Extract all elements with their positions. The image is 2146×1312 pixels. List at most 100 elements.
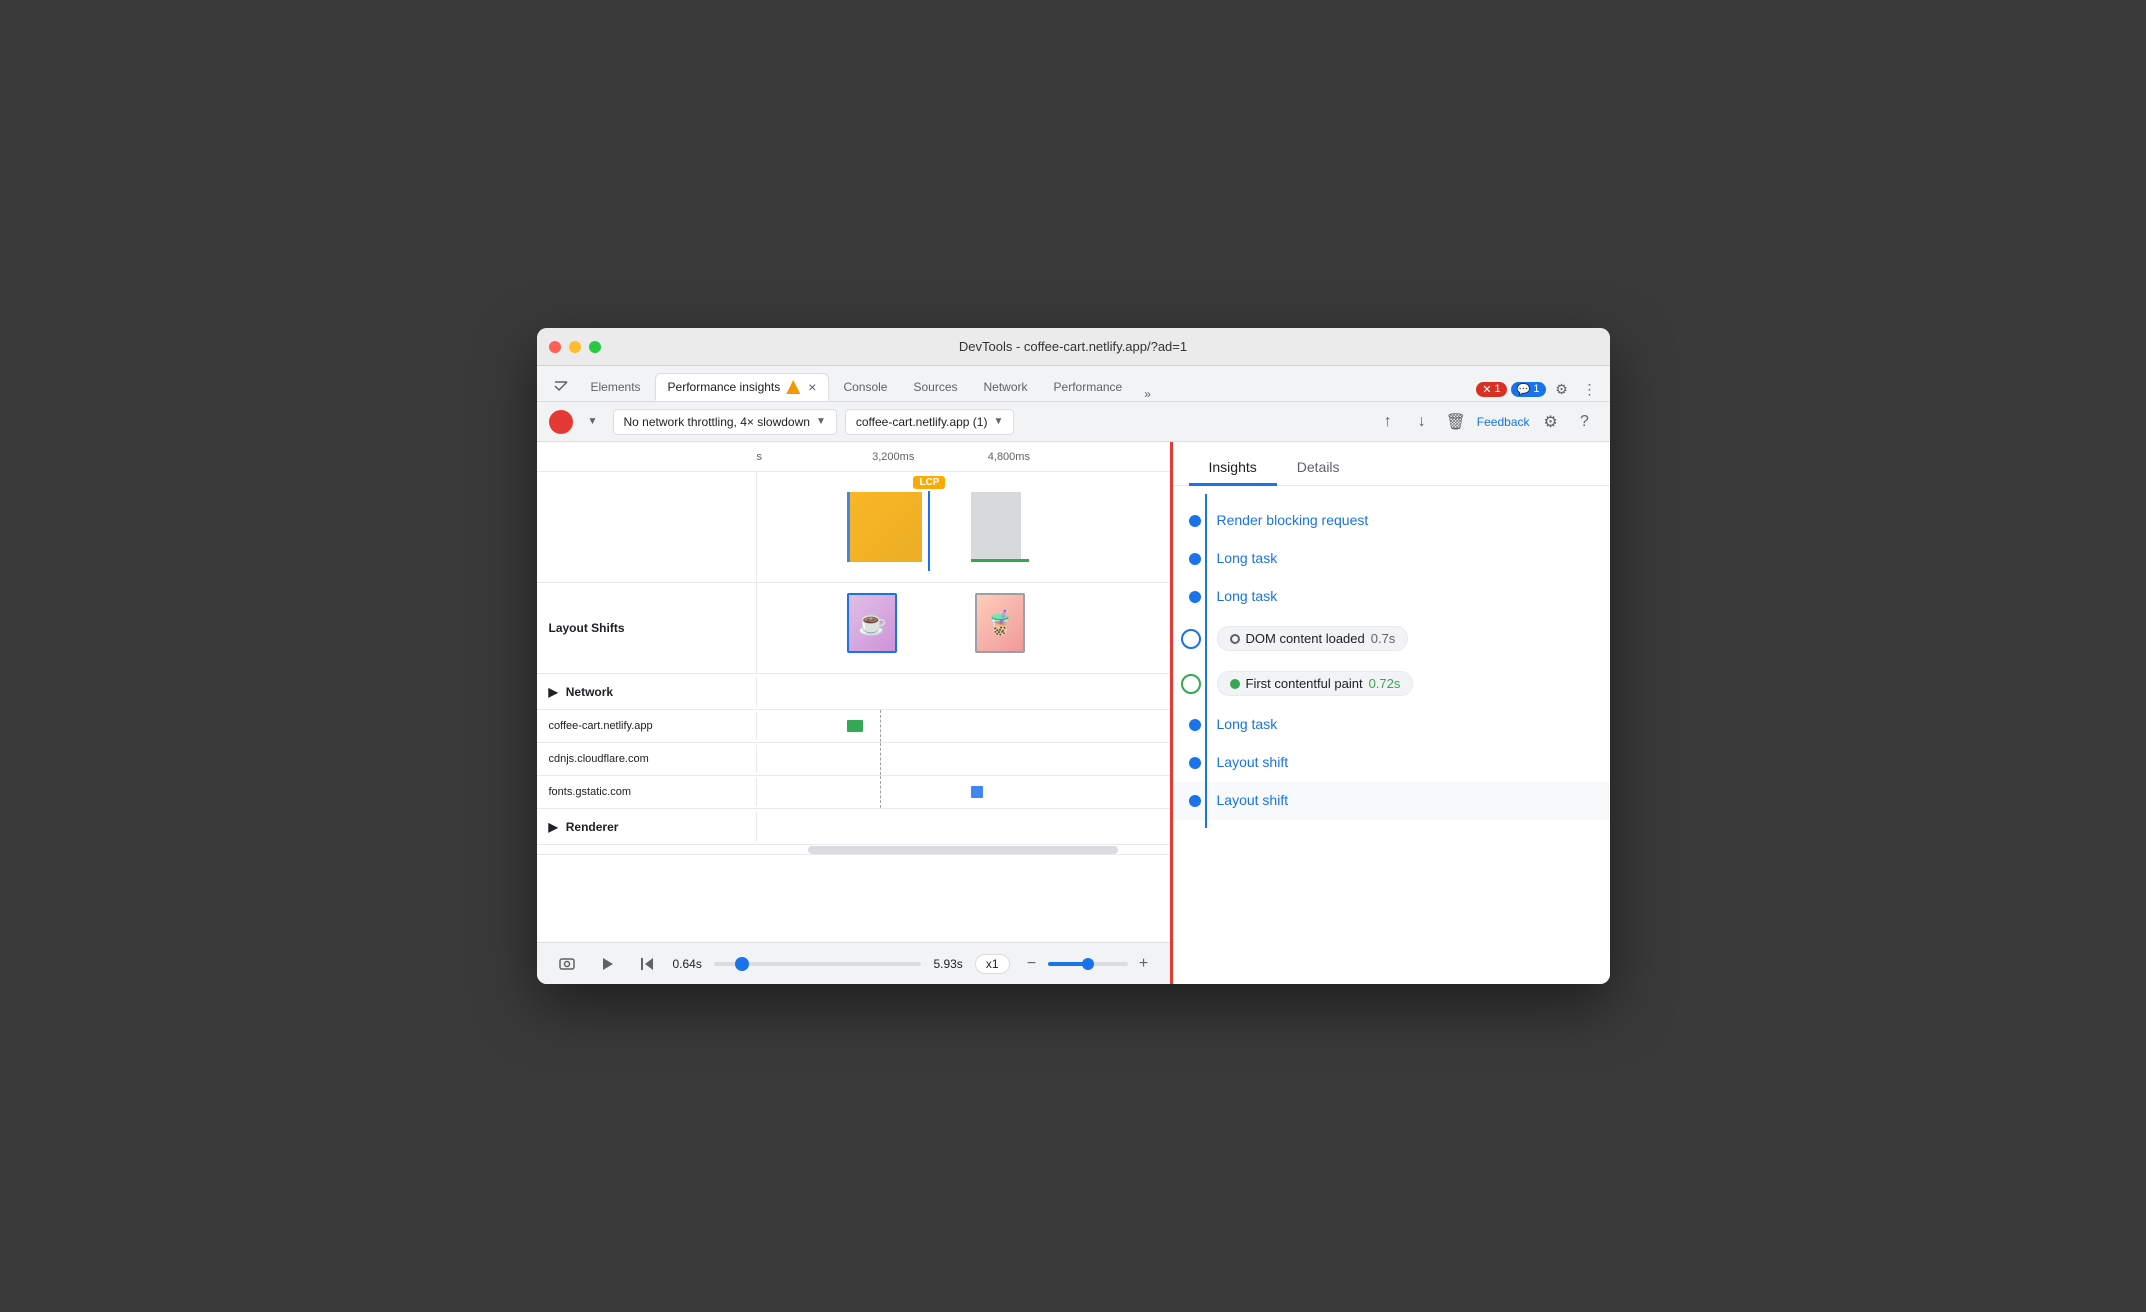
network-item-gstatic: fonts.gstatic.com xyxy=(537,776,1170,809)
layout-shifts-label: Layout Shifts xyxy=(537,583,757,673)
renderer-expand-icon[interactable]: ▶ xyxy=(549,820,558,834)
layout-shift-link-2[interactable]: Layout shift xyxy=(1217,792,1289,808)
render-blocking-link[interactable]: Render blocking request xyxy=(1217,512,1369,528)
end-time: 5.93s xyxy=(933,957,962,971)
panel-content: Render blocking request Long task xyxy=(1173,486,1610,984)
tab-console[interactable]: Console xyxy=(831,373,899,401)
layout-shift-link-1[interactable]: Layout shift xyxy=(1217,754,1289,770)
net-bar-gstatic xyxy=(971,786,983,798)
layout-shift-thumb-2[interactable]: 🧋 xyxy=(975,593,1025,653)
dropdown-arrow-icon[interactable]: ▼ xyxy=(581,410,605,434)
network-item-label-cloudflare: cdnjs.cloudflare.com xyxy=(537,745,757,773)
tab-close-icon[interactable]: × xyxy=(808,379,816,395)
lcp-marker: LCP xyxy=(913,476,945,571)
timeline-rows: LCP Layout Shifts ☕ xyxy=(537,472,1170,942)
insight-dot-1 xyxy=(1189,515,1201,527)
toolbar: ▼ No network throttling, 4× slowdown ▼ c… xyxy=(537,402,1610,442)
nav-icon[interactable] xyxy=(545,373,577,401)
tab-sources[interactable]: Sources xyxy=(901,373,969,401)
insight-content-dom: DOM content loaded 0.7s xyxy=(1217,626,1594,651)
url-dropdown-chevron-icon: ▼ xyxy=(993,416,1003,427)
zoom-slider-thumb[interactable] xyxy=(1082,958,1094,970)
tab-network[interactable]: Network xyxy=(972,373,1040,401)
network-item-cloudflare: cdnjs.cloudflare.com xyxy=(537,743,1170,776)
insight-long-task-3[interactable]: Long task xyxy=(1173,706,1610,744)
help-icon[interactable]: ? xyxy=(1572,409,1598,435)
renderer-label: ▶ Renderer xyxy=(537,812,757,842)
tab-actions: ✕1 💬1 ⚙ ⋮ xyxy=(1476,377,1601,401)
lcp-orange-rect xyxy=(847,492,921,562)
scrollbar-row xyxy=(537,845,1170,855)
long-task-link-3[interactable]: Long task xyxy=(1217,716,1278,732)
toolbar-right: ↑ ↓ 🗑 Feedback ⚙ ? xyxy=(1375,409,1598,435)
warn-icon xyxy=(786,380,800,394)
settings-icon[interactable]: ⚙ xyxy=(1538,409,1564,435)
network-throttle-dropdown[interactable]: No network throttling, 4× slowdown ▼ xyxy=(613,409,837,435)
settings-icon[interactable]: ⚙ xyxy=(1550,377,1574,401)
play-icon[interactable] xyxy=(593,950,621,978)
panel-tabs: Insights Details xyxy=(1173,442,1610,486)
more-options-icon[interactable]: ⋮ xyxy=(1578,377,1602,401)
network-item-content-gstatic xyxy=(757,776,1170,808)
tab-performance[interactable]: Performance xyxy=(1042,373,1135,401)
scrubber-thumb[interactable] xyxy=(735,957,749,971)
url-dropdown[interactable]: coffee-cart.netlify.app (1) ▼ xyxy=(845,409,1015,435)
skip-back-icon[interactable] xyxy=(633,950,661,978)
insight-long-task-1[interactable]: Long task xyxy=(1173,540,1610,578)
insight-layout-shift-1[interactable]: Layout shift xyxy=(1173,744,1610,782)
window-title: DevTools - coffee-cart.netlify.app/?ad=1 xyxy=(959,339,1187,354)
error-badge: ✕1 xyxy=(1476,382,1506,397)
tab-elements[interactable]: Elements xyxy=(579,373,653,401)
dashed-line-2 xyxy=(880,743,881,775)
long-task-link-1[interactable]: Long task xyxy=(1217,550,1278,566)
network-expand-icon[interactable]: ▶ xyxy=(549,685,558,699)
horizontal-scrollbar[interactable] xyxy=(808,846,1118,854)
tab-performance-insights[interactable]: Performance insights × xyxy=(655,373,830,401)
upload-icon[interactable]: ↑ xyxy=(1375,409,1401,435)
delete-icon[interactable]: 🗑 xyxy=(1443,409,1469,435)
close-button[interactable] xyxy=(549,341,561,353)
zoom-slider[interactable] xyxy=(1048,962,1128,966)
dashed-line xyxy=(880,710,881,742)
insight-dot-dom xyxy=(1181,629,1201,649)
lcp-green-line xyxy=(971,559,1029,562)
bottom-bar: 0.64s 5.93s x1 − + xyxy=(537,942,1170,984)
layout-shift-thumb-1[interactable]: ☕ xyxy=(847,593,897,653)
record-button[interactable] xyxy=(549,410,573,434)
insight-content-6: Layout shift xyxy=(1217,792,1594,810)
feedback-link[interactable]: Feedback xyxy=(1477,415,1530,429)
network-item-content-coffee xyxy=(757,710,1170,742)
tab-insights[interactable]: Insights xyxy=(1189,451,1277,486)
insight-dot-6 xyxy=(1189,795,1201,807)
screenshot-icon[interactable] xyxy=(553,950,581,978)
maximize-button[interactable] xyxy=(589,341,601,353)
dom-loaded-badge: DOM content loaded 0.7s xyxy=(1217,626,1409,651)
insight-dom-content[interactable]: DOM content loaded 0.7s xyxy=(1173,616,1610,661)
insight-content-4: Long task xyxy=(1217,716,1594,734)
tabbar: Elements Performance insights × Console … xyxy=(537,366,1610,402)
insight-dot-fcp xyxy=(1181,674,1201,694)
zoom-controls: − + xyxy=(1022,954,1154,974)
tab-details[interactable]: Details xyxy=(1277,451,1360,486)
devtools-window: DevTools - coffee-cart.netlify.app/?ad=1… xyxy=(537,328,1610,984)
download-icon[interactable]: ↓ xyxy=(1409,409,1435,435)
speed-control[interactable]: x1 xyxy=(975,954,1010,974)
insight-long-task-2[interactable]: Long task xyxy=(1173,578,1610,616)
lcp-vertical-line xyxy=(928,491,930,571)
long-task-link-2[interactable]: Long task xyxy=(1217,588,1278,604)
fcp-green-circle-icon xyxy=(1230,679,1240,689)
insight-layout-shift-2[interactable]: Layout shift xyxy=(1173,782,1610,820)
scrubber-track[interactable] xyxy=(714,962,922,966)
insight-content-5: Layout shift xyxy=(1217,754,1594,772)
network-item-label-coffee: coffee-cart.netlify.app xyxy=(537,712,757,740)
minimize-button[interactable] xyxy=(569,341,581,353)
zoom-in-icon[interactable]: + xyxy=(1134,954,1154,974)
titlebar: DevTools - coffee-cart.netlify.app/?ad=1 xyxy=(537,328,1610,366)
more-tabs-button[interactable]: » xyxy=(1136,387,1159,401)
network-item-label-gstatic: fonts.gstatic.com xyxy=(537,778,757,806)
insight-fcp[interactable]: First contentful paint 0.72s xyxy=(1173,661,1610,706)
zoom-out-icon[interactable]: − xyxy=(1022,954,1042,974)
insight-content-2: Long task xyxy=(1217,550,1594,568)
insight-render-blocking[interactable]: Render blocking request xyxy=(1173,502,1610,540)
message-badge: 💬1 xyxy=(1511,382,1546,397)
